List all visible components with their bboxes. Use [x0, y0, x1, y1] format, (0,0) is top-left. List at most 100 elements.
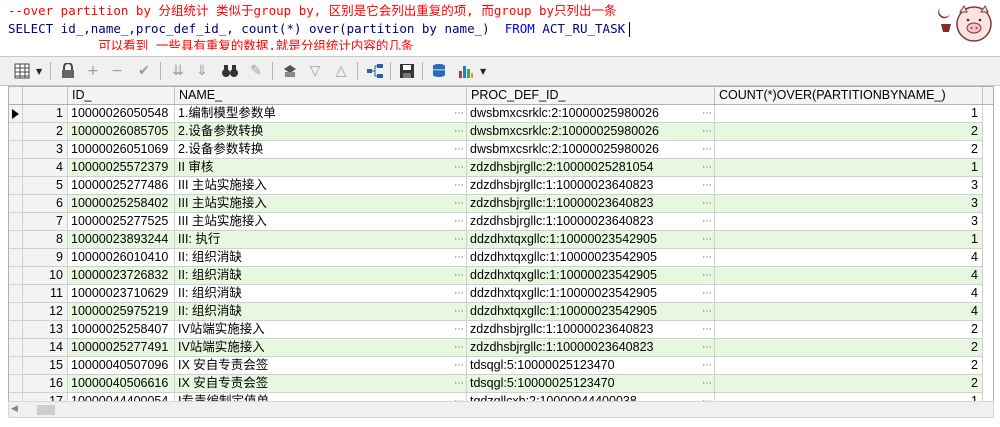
cell-editor-icon[interactable]: ⋯: [702, 249, 712, 266]
cell-editor-icon[interactable]: ⋯: [454, 249, 464, 266]
cell-editor-icon[interactable]: ⋯: [454, 195, 464, 212]
row-number[interactable]: 3: [23, 141, 68, 159]
cell-editor-icon[interactable]: ⋯: [702, 375, 712, 392]
cell-editor-icon[interactable]: ⋯: [454, 267, 464, 284]
cell-id[interactable]: 10000025258407: [68, 321, 175, 339]
cell-name[interactable]: II: 组织消缺 ⋯: [175, 303, 467, 321]
table-row[interactable]: 8 10000023893244 III: 执行 ⋯ ddzdhxtqxgllc:1:1…: [9, 231, 993, 249]
cell-proc-def-id[interactable]: zdzdhsbjrgllc:1:10000023640823 ⋯: [467, 195, 715, 213]
cell-editor-icon[interactable]: ⋯: [454, 285, 464, 302]
row-number[interactable]: 5: [23, 177, 68, 195]
cell-editor-icon[interactable]: ⋯: [702, 195, 712, 212]
chart-icon[interactable]: [456, 61, 476, 81]
chart-dropdown-icon[interactable]: ▼: [480, 67, 486, 76]
triangle-down-icon[interactable]: ▽: [305, 61, 325, 81]
row-indicator[interactable]: [9, 105, 23, 123]
row-indicator[interactable]: [9, 195, 23, 213]
cell-editor-icon[interactable]: ⋯: [702, 213, 712, 230]
cell-name[interactable]: III 主站实施接入 ⋯: [175, 177, 467, 195]
result-grid[interactable]: ID_ NAME_ PROC_DEF_ID_ COUNT(*)OVER(PART…: [8, 86, 994, 402]
cell-editor-icon[interactable]: ⋯: [702, 321, 712, 338]
row-number[interactable]: 14: [23, 339, 68, 357]
row-indicator[interactable]: [9, 321, 23, 339]
cell-editor-icon[interactable]: ⋯: [454, 231, 464, 248]
table-row[interactable]: 5 10000025277486 III 主站实施接入 ⋯ zdzdhsbjrgllc:…: [9, 177, 993, 195]
row-number[interactable]: 2: [23, 123, 68, 141]
cell-editor-icon[interactable]: ⋯: [454, 357, 464, 374]
table-row[interactable]: 12 10000025975219 II: 组织消缺 ⋯ ddzdhxtqxgllc:1…: [9, 303, 993, 321]
cell-proc-def-id[interactable]: zdzdhsbjrgllc:1:10000023640823 ⋯: [467, 177, 715, 195]
cell-proc-def-id[interactable]: dwsbmxcsrklc:2:10000025980026 ⋯: [467, 141, 715, 159]
cell-editor-icon[interactable]: ⋯: [702, 159, 712, 176]
grid-icon[interactable]: [12, 61, 32, 81]
cell-editor-icon[interactable]: ⋯: [702, 339, 712, 356]
cell-count[interactable]: 3: [715, 213, 983, 231]
row-number[interactable]: 7: [23, 213, 68, 231]
cell-id[interactable]: 10000025572379: [68, 159, 175, 177]
cell-name[interactable]: II: 组织消缺 ⋯: [175, 267, 467, 285]
cell-id[interactable]: 10000025277491: [68, 339, 175, 357]
row-number[interactable]: 15: [23, 357, 68, 375]
cell-proc-def-id[interactable]: zdzdhsbjrgllc:1:10000023640823 ⋯: [467, 339, 715, 357]
col-header-proc-def-id[interactable]: PROC_DEF_ID_: [467, 87, 715, 104]
cell-count[interactable]: 3: [715, 177, 983, 195]
cell-proc-def-id[interactable]: ddzdhxtqxgllc:1:10000023542905 ⋯: [467, 303, 715, 321]
cell-id[interactable]: 10000026010410: [68, 249, 175, 267]
cell-id[interactable]: 10000026051069: [68, 141, 175, 159]
row-number[interactable]: 11: [23, 285, 68, 303]
row-number[interactable]: 4: [23, 159, 68, 177]
cell-id[interactable]: 10000026085705: [68, 123, 175, 141]
cell-proc-def-id[interactable]: ddzdhxtqxgllc:1:10000023542905 ⋯: [467, 231, 715, 249]
cell-editor-icon[interactable]: ⋯: [454, 375, 464, 392]
add-icon[interactable]: +: [83, 61, 103, 81]
cell-count[interactable]: 1: [715, 159, 983, 177]
cell-id[interactable]: 10000026050548: [68, 105, 175, 123]
col-header-count[interactable]: COUNT(*)OVER(PARTITIONBYNAME_): [715, 87, 983, 104]
cell-editor-icon[interactable]: ⋯: [702, 141, 712, 158]
cell-id[interactable]: 10000040507096: [68, 357, 175, 375]
table-row[interactable]: 1 10000026050548 1.编制模型参数单 ⋯ dwsbmxcsrklc:2:…: [9, 105, 993, 123]
row-number[interactable]: 16: [23, 375, 68, 393]
cell-count[interactable]: 2: [715, 357, 983, 375]
table-row[interactable]: 4 10000025572379 II 审核 ⋯ zdzdhsbjrgllc:2:100…: [9, 159, 993, 177]
cell-editor-icon[interactable]: ⋯: [454, 213, 464, 230]
cell-editor-icon[interactable]: ⋯: [702, 105, 712, 122]
cell-editor-icon[interactable]: ⋯: [702, 231, 712, 248]
query-icon[interactable]: [280, 61, 300, 81]
cell-proc-def-id[interactable]: zdzdhsbjrgllc:1:10000023640823 ⋯: [467, 213, 715, 231]
cell-proc-def-id[interactable]: tdsqgl:5:10000025123470 ⋯: [467, 375, 715, 393]
cell-id[interactable]: 10000025975219: [68, 303, 175, 321]
cell-name[interactable]: 2.设备参数转换 ⋯: [175, 141, 467, 159]
row-number[interactable]: 6: [23, 195, 68, 213]
cell-proc-def-id[interactable]: ddzdhxtqxgllc:1:10000023542905 ⋯: [467, 285, 715, 303]
cell-editor-icon[interactable]: ⋯: [454, 105, 464, 122]
cell-count[interactable]: 4: [715, 285, 983, 303]
row-indicator[interactable]: [9, 357, 23, 375]
row-number[interactable]: 1: [23, 105, 68, 123]
check-icon[interactable]: ✔: [134, 61, 154, 81]
row-indicator[interactable]: [9, 141, 23, 159]
cell-name[interactable]: III 主站实施接入 ⋯: [175, 195, 467, 213]
cell-id[interactable]: 10000040506616: [68, 375, 175, 393]
save-icon[interactable]: [397, 61, 417, 81]
table-row[interactable]: 2 10000026085705 2.设备参数转换 ⋯ dwsbmxcsrklc:2:1…: [9, 123, 993, 141]
grid-dropdown-icon[interactable]: ▼: [36, 67, 42, 76]
row-indicator[interactable]: [9, 123, 23, 141]
cell-proc-def-id[interactable]: zdzdhsbjrgllc:2:10000025281054 ⋯: [467, 159, 715, 177]
cell-editor-icon[interactable]: ⋯: [702, 123, 712, 140]
table-row[interactable]: 7 10000025277525 III 主站实施接入 ⋯ zdzdhsbjrgllc:…: [9, 213, 993, 231]
cell-proc-def-id[interactable]: zdzdhsbjrgllc:1:10000023640823 ⋯: [467, 321, 715, 339]
cell-proc-def-id[interactable]: dwsbmxcsrklc:2:10000025980026 ⋯: [467, 105, 715, 123]
cell-count[interactable]: 4: [715, 267, 983, 285]
cell-proc-def-id[interactable]: dwsbmxcsrklc:2:10000025980026 ⋯: [467, 123, 715, 141]
remove-icon[interactable]: −: [107, 61, 127, 81]
cell-proc-def-id[interactable]: ddzdhxtqxgllc:1:10000023542905 ⋯: [467, 249, 715, 267]
row-indicator[interactable]: [9, 177, 23, 195]
cell-id[interactable]: 10000025277486: [68, 177, 175, 195]
cell-name[interactable]: II: 组织消缺 ⋯: [175, 249, 467, 267]
down-arrows-icon[interactable]: ⇊: [168, 61, 188, 81]
row-indicator[interactable]: [9, 285, 23, 303]
cell-name[interactable]: IX 安自专责会签 ⋯: [175, 357, 467, 375]
cell-name[interactable]: II: 组织消缺 ⋯: [175, 285, 467, 303]
cell-count[interactable]: 4: [715, 303, 983, 321]
